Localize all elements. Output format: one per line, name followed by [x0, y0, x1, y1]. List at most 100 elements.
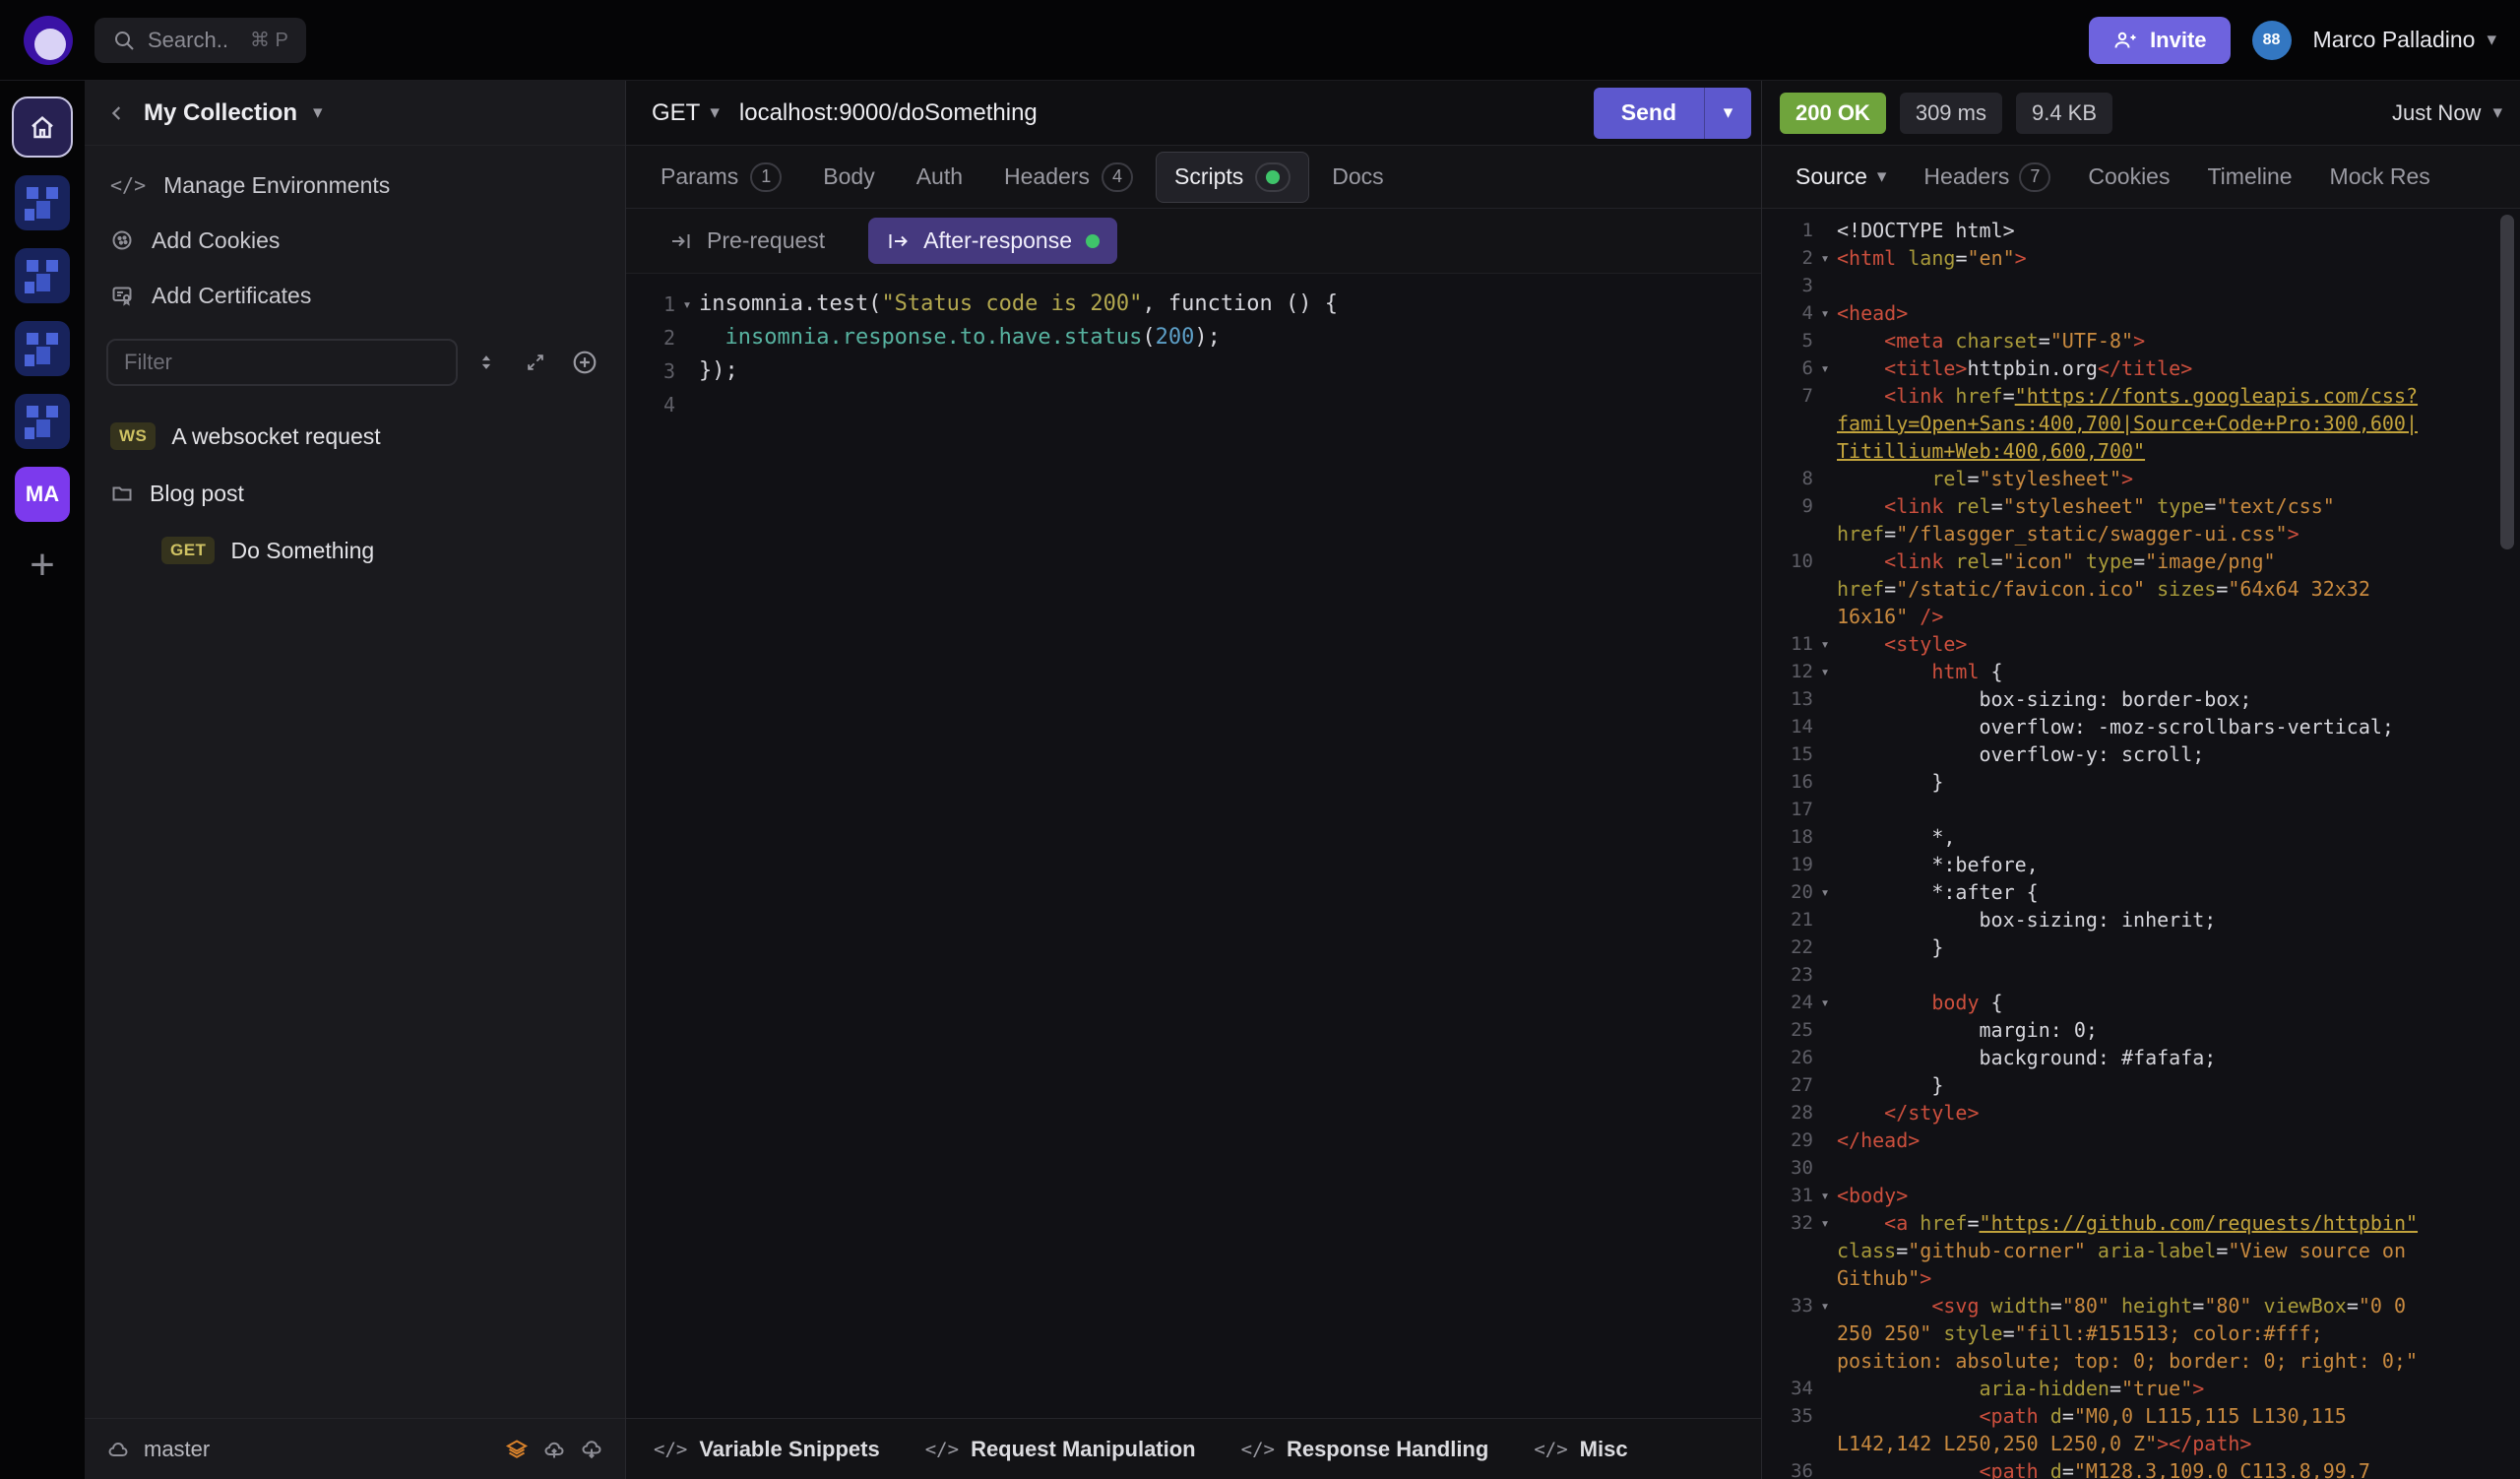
project-avatar[interactable] [15, 248, 70, 303]
add-organization-button[interactable]: + [30, 544, 55, 587]
back-chevron-icon[interactable] [106, 102, 128, 124]
home-button[interactable] [12, 96, 73, 158]
url-input[interactable]: localhost:9000/doSomething [739, 99, 1594, 127]
user-avatar[interactable]: 88 [2252, 21, 2292, 60]
request-list: WS A websocket request Blog post GET Do … [85, 396, 625, 1418]
line-number: 4 [1768, 299, 1813, 327]
line-number: 9 [1768, 492, 1813, 520]
variable-snippets-button[interactable]: </> Variable Snippets [654, 1437, 880, 1462]
response-handling-button[interactable]: </> Response Handling [1241, 1437, 1489, 1462]
line-number: 10 [1768, 547, 1813, 575]
sidebar-item-manage-environments[interactable]: </> Manage Environments [85, 158, 625, 213]
sidebar-item-add-certificates[interactable]: Add Certificates [85, 268, 625, 323]
invite-button[interactable]: Invite [2089, 17, 2230, 64]
code-line: 3 [1768, 272, 2520, 299]
footer-label: Variable Snippets [699, 1437, 879, 1462]
fold-caret-icon[interactable]: ▾ [1813, 1182, 1837, 1209]
scrollbar-thumb[interactable] [2500, 215, 2514, 549]
main-area: MA + My Collection ▾ </> Manage Environm… [0, 81, 2520, 1479]
cookie-icon [110, 228, 134, 252]
cloud-upload-icon[interactable] [542, 1438, 566, 1461]
url-bar: GET ▾ localhost:9000/doSomething Send ▾ [626, 81, 1761, 146]
line-number: 7 [1768, 382, 1813, 410]
tab-cookies[interactable]: Cookies [2072, 154, 2185, 200]
tab-label: Timeline [2207, 163, 2292, 190]
fold-caret-icon[interactable]: ▾ [1813, 658, 1837, 685]
collection-title[interactable]: My Collection [144, 99, 297, 127]
fold-caret-icon[interactable]: ▾ [1813, 244, 1837, 272]
user-name: Marco Palladino [2313, 27, 2476, 53]
branch-name[interactable]: master [144, 1437, 210, 1462]
avatar-text: 88 [2263, 32, 2281, 49]
code-text: <title>httpbin.org</title> [1837, 354, 2520, 382]
fold-caret-icon[interactable]: ▾ [1813, 299, 1837, 327]
project-avatar[interactable] [15, 394, 70, 449]
cloud-icon[interactable] [106, 1438, 130, 1461]
tab-response-headers[interactable]: Headers 7 [1908, 153, 2066, 202]
script-editor[interactable]: 1▾insomnia.test("Status code is 200", fu… [626, 274, 1761, 1418]
response-history-dropdown[interactable]: Just Now ▾ [2392, 100, 2502, 126]
request-row-do-something[interactable]: GET Do Something [85, 522, 625, 579]
folder-row-blog-post[interactable]: Blog post [85, 465, 625, 522]
fold-caret-icon[interactable]: ▾ [1813, 1292, 1837, 1319]
code-text: html { [1837, 658, 2520, 685]
cloud-download-icon[interactable] [580, 1438, 603, 1461]
filter-input[interactable] [106, 339, 458, 386]
tab-docs[interactable]: Docs [1313, 153, 1402, 201]
tab-source[interactable]: Source ▾ [1780, 154, 1902, 200]
request-manipulation-button[interactable]: </> Request Manipulation [925, 1437, 1196, 1462]
chevron-down-icon[interactable]: ▾ [313, 101, 323, 124]
code-text: aria-hidden="true"> [1837, 1375, 2520, 1402]
url-text: localhost:9000/doSomething [739, 99, 1038, 126]
tab-timeline[interactable]: Timeline [2191, 154, 2307, 200]
plus-icon: + [30, 541, 55, 589]
fold-caret-icon[interactable]: ▾ [1813, 354, 1837, 382]
user-menu[interactable]: Marco Palladino ▾ [2313, 27, 2496, 53]
method-dropdown[interactable]: GET ▾ [652, 99, 720, 127]
code-line: 9 <link rel="stylesheet" type="text/css"… [1768, 492, 2520, 547]
folder-icon [110, 482, 134, 505]
code-line: 3}); [626, 354, 1761, 388]
history-label: Just Now [2392, 100, 2481, 126]
tab-label: Auth [916, 163, 963, 190]
headers-count-badge: 4 [1102, 162, 1133, 192]
insomnia-logo[interactable] [24, 16, 73, 65]
tab-after-response[interactable]: After-response [868, 218, 1117, 264]
organization-avatar-ma[interactable]: MA [15, 467, 70, 522]
send-button[interactable]: Send [1594, 88, 1704, 139]
project-avatar[interactable] [15, 321, 70, 376]
tab-body[interactable]: Body [804, 153, 893, 201]
code-line: 4▾<head> [1768, 299, 2520, 327]
tab-auth[interactable]: Auth [898, 153, 981, 201]
request-row-websocket[interactable]: WS A websocket request [85, 408, 625, 465]
tab-label: Cookies [2088, 163, 2170, 190]
code-line: 26 background: #fafafa; [1768, 1044, 2520, 1071]
fold-caret-icon[interactable]: ▾ [1813, 1209, 1837, 1237]
tab-pre-request[interactable]: Pre-request [652, 218, 843, 264]
sync-layers-icon[interactable] [505, 1438, 529, 1461]
menu-item-label: Manage Environments [163, 172, 390, 199]
response-body-viewer[interactable]: 1<!DOCTYPE html>2▾<html lang="en">34▾<he… [1762, 209, 2520, 1479]
sort-icon[interactable] [466, 342, 507, 383]
tab-params[interactable]: Params 1 [642, 152, 800, 203]
expand-icon[interactable] [515, 342, 556, 383]
tab-scripts[interactable]: Scripts [1156, 152, 1309, 203]
fold-caret-icon[interactable]: ▾ [1813, 989, 1837, 1016]
fold-caret-icon[interactable]: ▾ [675, 288, 699, 321]
search-button[interactable]: Search.. ⌘ P [94, 18, 306, 63]
line-number: 28 [1768, 1099, 1813, 1126]
code-line: 34 aria-hidden="true"> [1768, 1375, 2520, 1402]
response-size-text: 9.4 KB [2032, 100, 2097, 126]
misc-button[interactable]: </> Misc [1534, 1437, 1627, 1462]
line-number: 24 [1768, 989, 1813, 1016]
code-text: } [1837, 933, 2520, 961]
send-options-button[interactable]: ▾ [1704, 88, 1751, 139]
add-request-icon[interactable] [564, 342, 605, 383]
fold-caret-icon[interactable]: ▾ [1813, 878, 1837, 906]
sidebar-item-add-cookies[interactable]: Add Cookies [85, 213, 625, 268]
fold-caret-icon[interactable]: ▾ [1813, 630, 1837, 658]
tab-mock-response[interactable]: Mock Res [2314, 154, 2446, 200]
project-avatar[interactable] [15, 175, 70, 230]
line-number: 18 [1768, 823, 1813, 851]
tab-headers[interactable]: Headers 4 [985, 152, 1152, 203]
